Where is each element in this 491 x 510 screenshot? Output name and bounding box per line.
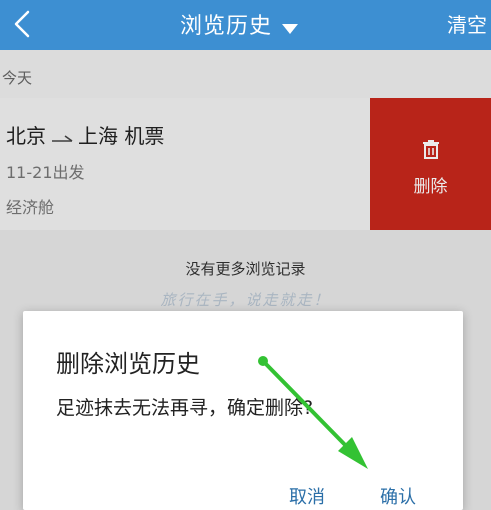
back-button[interactable] [8,4,38,44]
page-title: 浏览历史 [180,14,273,39]
cancel-button[interactable]: 取消 [289,483,325,509]
dialog-title: 删除浏览历史 [56,350,200,378]
dialog-message: 足迹抹去无法再寻，确定删除? [56,397,314,419]
delete-confirm-dialog: 删除浏览历史 足迹抹去无法再寻，确定删除? 取消 确认 [23,311,463,510]
confirm-button[interactable]: 确认 [380,483,416,509]
app-header: 浏览历史 清空 [0,0,491,50]
chevron-left-icon [14,10,30,38]
header-title-dropdown[interactable]: 浏览历史 [180,8,299,40]
clear-button[interactable]: 清空 [447,9,491,38]
caret-down-icon [282,15,299,40]
